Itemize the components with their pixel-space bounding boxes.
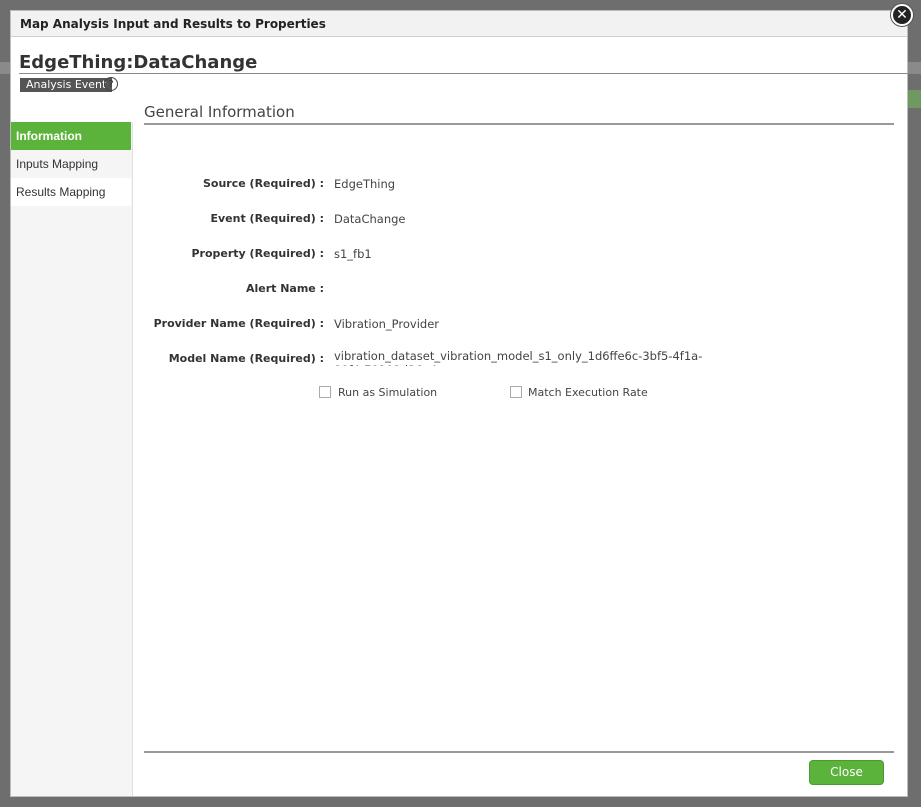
section-title: General Information (144, 103, 295, 121)
run-as-simulation-label: Run as Simulation (338, 386, 438, 399)
sidebar-item-information[interactable]: Information (11, 122, 131, 150)
analysis-event-badge: Analysis Event (20, 78, 113, 92)
section-divider (144, 123, 894, 125)
help-icon[interactable]: ? (104, 77, 118, 91)
alert-name-label: Alert Name : (245, 282, 324, 295)
source-label: Source (Required) : (203, 177, 324, 190)
property-label: Property (Required) : (191, 247, 324, 260)
sidebar-item-results-mapping[interactable]: Results Mapping (11, 178, 131, 206)
provider-name-value: Vibration_Provider (334, 317, 440, 331)
dialog-close-icon[interactable]: ✕ (891, 4, 913, 26)
entity-title: EdgeThing:DataChange (19, 52, 258, 73)
provider-name-label: Provider Name (Required) : (153, 317, 324, 330)
dialog-titlebar: Map Analysis Input and Results to Proper… (11, 11, 907, 37)
source-value: EdgeThing (334, 177, 396, 191)
footer-divider (144, 751, 894, 753)
title-divider (19, 73, 921, 74)
run-as-simulation-checkbox[interactable] (319, 386, 331, 398)
model-name-value: vibration_dataset_vibration_model_s1_onl… (334, 349, 703, 366)
sidebar-item-inputs-mapping[interactable]: Inputs Mapping (11, 150, 131, 178)
model-name-label: Model Name (Required) : (168, 352, 324, 365)
match-execution-rate-label: Match Execution Rate (528, 386, 648, 399)
dialog-title: Map Analysis Input and Results to Proper… (20, 17, 326, 31)
event-value: DataChange (334, 212, 406, 226)
mapping-dialog: Map Analysis Input and Results to Proper… (10, 10, 921, 797)
close-button[interactable]: Close (809, 760, 884, 785)
property-value: s1_fb1 (334, 247, 372, 261)
event-label: Event (Required) : (210, 212, 324, 225)
sidebar-nav: Information Inputs Mapping Results Mappi… (11, 122, 133, 796)
match-execution-rate-checkbox[interactable] (510, 386, 522, 398)
